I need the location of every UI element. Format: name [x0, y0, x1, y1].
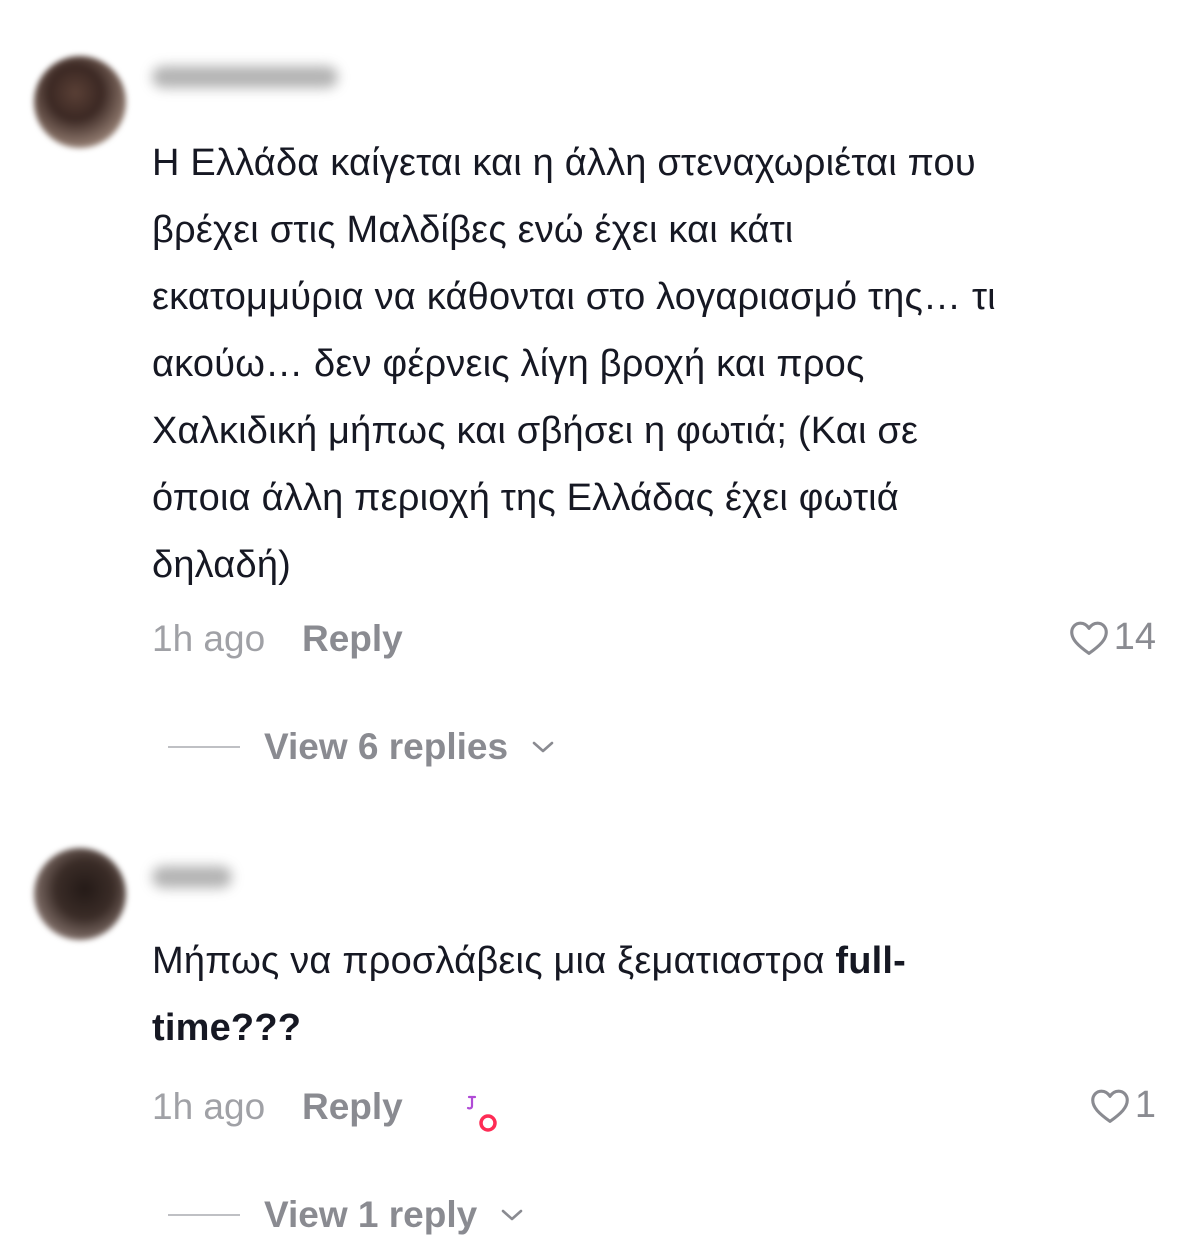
- timestamp: 1h ago: [152, 618, 266, 659]
- timestamp: 1h ago: [152, 1086, 266, 1127]
- comment-line: όποια άλλη περιοχή της Ελλάδας έχει φωτι…: [152, 477, 899, 519]
- chevron-down-icon: [501, 1209, 523, 1221]
- comment-meta: 1h ago Reply: [152, 614, 1152, 664]
- like-count: 14: [1113, 615, 1156, 658]
- heart-outline-icon: [1091, 1089, 1129, 1123]
- creator-liked-badge-icon: [466, 1095, 497, 1132]
- comment-text: Μήπως να προσλάβεις μια ξεματιαστρα full…: [152, 928, 1182, 1062]
- comment-line: Χαλκιδική μήπως και σβήσει η φωτιά; (Και…: [152, 410, 919, 452]
- chevron-down-icon: [532, 741, 554, 753]
- comment-line: δηλαδή): [152, 544, 292, 586]
- like-button[interactable]: 1: [1089, 1080, 1156, 1130]
- username-blurred[interactable]: [152, 66, 338, 88]
- reply-button[interactable]: Reply: [302, 1082, 403, 1132]
- divider-line: [168, 746, 240, 748]
- like-button[interactable]: 14: [1068, 612, 1156, 662]
- reply-button[interactable]: Reply: [302, 614, 403, 664]
- view-replies-button[interactable]: View 6 replies: [168, 722, 556, 772]
- comment-text-bold: time???: [152, 1007, 302, 1049]
- comment-line: βρέχει στις Μαλδίβες ενώ έχει και κάτι: [152, 209, 794, 251]
- comment-text-regular: Μήπως να προσλάβεις μια ξεματιαστρα: [152, 940, 836, 982]
- comment-line: time???: [152, 995, 1182, 1062]
- like-count: 1: [1134, 1083, 1156, 1126]
- heart-outline-icon: [1069, 621, 1108, 655]
- username-blurred[interactable]: [152, 866, 232, 888]
- comment-line: Η Ελλάδα καίγεται και η άλλη στεναχωριέτ…: [152, 142, 976, 184]
- comment-line: Μήπως να προσλάβεις μια ξεματιαστρα full…: [152, 928, 1182, 995]
- view-replies-label: View 1 reply: [264, 1194, 478, 1235]
- comment-meta: 1h ago Reply: [152, 1082, 1152, 1132]
- comment-line: ακούω… δεν φέρνεις λίγη βροχή και προς: [152, 343, 865, 385]
- comment-text: Η Ελλάδα καίγεται και η άλλη στεναχωριέτ…: [152, 130, 1182, 599]
- divider-line: [168, 1214, 240, 1216]
- avatar[interactable]: [34, 848, 126, 940]
- comment-line: εκατομμύρια να κάθονται στο λογαριασμό τ…: [152, 276, 996, 318]
- comment-text-bold: full-: [835, 940, 907, 982]
- view-replies-label: View 6 replies: [264, 726, 509, 767]
- view-replies-button[interactable]: View 1 reply: [168, 1190, 525, 1240]
- avatar[interactable]: [34, 56, 126, 148]
